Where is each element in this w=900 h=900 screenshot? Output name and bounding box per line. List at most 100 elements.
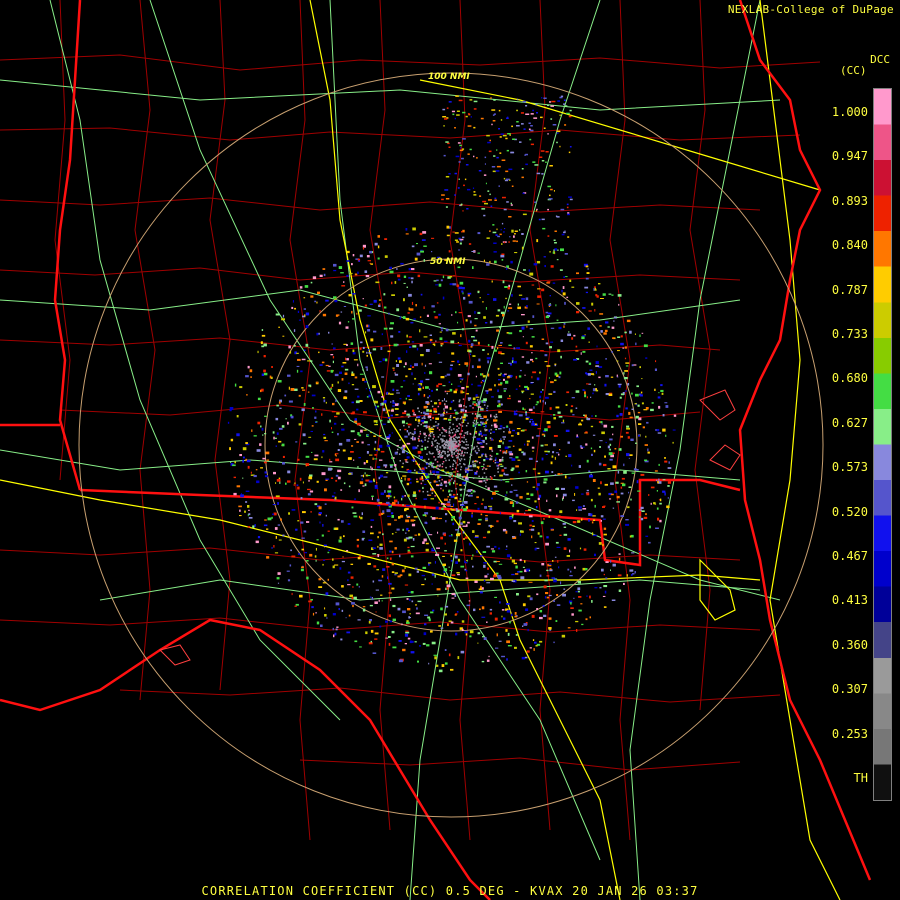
echo-pixel bbox=[495, 457, 497, 460]
echo-pixel bbox=[511, 559, 515, 563]
echo-pixel bbox=[411, 640, 414, 643]
echo-pixel bbox=[332, 558, 334, 561]
clutter-pixel bbox=[433, 473, 435, 475]
echo-pixel bbox=[405, 233, 409, 235]
clutter-pixel bbox=[440, 455, 442, 458]
echo-pixel bbox=[334, 415, 338, 418]
echo-pixel bbox=[469, 320, 472, 324]
echo-pixel bbox=[408, 268, 411, 271]
echo-pixel bbox=[346, 260, 350, 262]
echo-pixel bbox=[501, 222, 504, 225]
clutter-pixel bbox=[409, 432, 412, 434]
echo-pixel bbox=[408, 293, 412, 297]
echo-pixel bbox=[426, 475, 430, 479]
echo-pixel bbox=[600, 515, 604, 518]
echo-pixel bbox=[386, 437, 390, 440]
echo-pixel bbox=[441, 198, 444, 201]
echo-pixel bbox=[541, 218, 545, 221]
echo-pixel bbox=[500, 465, 504, 467]
echo-pixel bbox=[454, 194, 456, 196]
echo-pixel bbox=[374, 487, 379, 489]
echo-pixel bbox=[461, 231, 463, 233]
echo-pixel bbox=[323, 559, 326, 561]
echo-pixel bbox=[451, 509, 455, 511]
clutter-pixel bbox=[445, 400, 448, 402]
echo-pixel bbox=[271, 547, 273, 549]
clutter-pixel bbox=[438, 449, 441, 452]
echo-pixel bbox=[595, 294, 598, 297]
echo-pixel bbox=[403, 538, 407, 542]
echo-pixel bbox=[664, 492, 666, 496]
echo-pixel bbox=[635, 393, 639, 397]
echo-pixel bbox=[287, 421, 289, 425]
echo-pixel bbox=[487, 530, 491, 534]
echo-pixel bbox=[567, 213, 570, 216]
echo-pixel bbox=[515, 375, 518, 379]
echo-pixel bbox=[487, 141, 491, 144]
echo-pixel bbox=[491, 396, 494, 398]
echo-pixel bbox=[351, 373, 355, 376]
echo-pixel bbox=[440, 607, 443, 611]
echo-pixel bbox=[448, 566, 450, 568]
clutter-pixel bbox=[485, 481, 487, 484]
echo-pixel bbox=[457, 385, 461, 387]
echo-pixel bbox=[389, 344, 391, 347]
echo-pixel bbox=[500, 362, 503, 364]
echo-pixel bbox=[530, 143, 534, 146]
echo-pixel bbox=[479, 591, 483, 594]
echo-pixel bbox=[592, 519, 596, 521]
echo-pixel bbox=[387, 409, 391, 412]
echo-pixel bbox=[489, 139, 491, 142]
echo-pixel bbox=[404, 495, 406, 497]
clutter-pixel bbox=[412, 435, 414, 438]
echo-pixel bbox=[391, 294, 395, 296]
echo-pixel bbox=[374, 424, 378, 426]
legend-tick: 0.947 bbox=[831, 149, 868, 164]
echo-pixel bbox=[577, 590, 580, 593]
map-canvas bbox=[0, 0, 872, 900]
echo-pixel bbox=[377, 545, 379, 548]
echo-pixel bbox=[376, 498, 380, 502]
clutter-pixel bbox=[428, 463, 430, 465]
clutter-pixel bbox=[398, 453, 401, 455]
echo-pixel bbox=[516, 593, 519, 596]
echo-pixel bbox=[382, 358, 385, 361]
clutter-pixel bbox=[420, 440, 423, 442]
echo-pixel bbox=[469, 99, 473, 101]
clutter-pixel bbox=[426, 426, 428, 429]
echo-pixel bbox=[302, 511, 306, 514]
echo-pixel bbox=[494, 490, 499, 492]
echo-pixel bbox=[543, 614, 547, 617]
echo-pixel bbox=[665, 434, 667, 437]
echo-pixel bbox=[423, 632, 427, 636]
echo-pixel bbox=[352, 254, 355, 257]
echo-pixel bbox=[512, 445, 515, 447]
echo-pixel bbox=[282, 314, 285, 318]
echo-pixel bbox=[504, 373, 507, 375]
clutter-pixel bbox=[420, 412, 423, 414]
echo-pixel bbox=[254, 524, 256, 527]
echo-pixel bbox=[521, 298, 526, 300]
echo-pixel bbox=[536, 172, 541, 175]
echo-pixel bbox=[530, 113, 534, 115]
echo-pixel bbox=[229, 447, 231, 451]
echo-pixel bbox=[512, 138, 516, 140]
echo-pixel bbox=[389, 270, 394, 274]
clutter-pixel bbox=[472, 421, 475, 424]
echo-pixel bbox=[334, 453, 337, 456]
echo-pixel bbox=[477, 341, 480, 345]
clutter-pixel bbox=[453, 434, 455, 437]
echo-pixel bbox=[480, 555, 483, 557]
echo-pixel bbox=[347, 457, 352, 460]
echo-pixel bbox=[494, 349, 497, 352]
echo-pixel bbox=[509, 395, 511, 397]
echo-pixel bbox=[458, 344, 462, 347]
echo-pixel bbox=[539, 156, 543, 158]
echo-pixel bbox=[326, 617, 328, 619]
echo-pixel bbox=[593, 288, 595, 291]
echo-pixel bbox=[413, 503, 416, 506]
echo-pixel bbox=[608, 293, 612, 295]
clutter-pixel bbox=[432, 438, 434, 440]
echo-pixel bbox=[446, 225, 450, 229]
echo-pixel bbox=[658, 392, 660, 394]
